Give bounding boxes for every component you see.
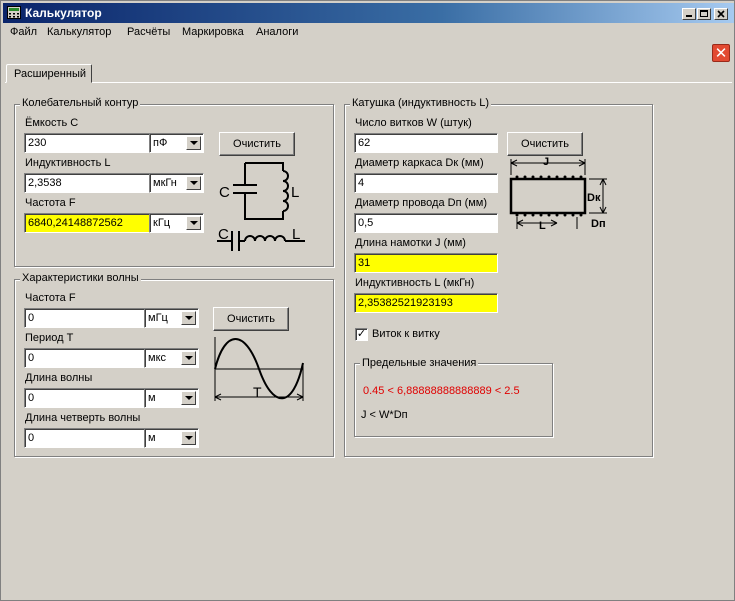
menu-file[interactable]: Файл — [6, 26, 41, 38]
coil-inductance-input[interactable]: 2,35382521923193 — [354, 293, 498, 313]
menu-bar: Файл Калькулятор Расчёты Маркировка Анал… — [3, 24, 734, 42]
tab-advanced[interactable]: Расширенный — [6, 64, 92, 83]
frequency-input[interactable]: 6840,24148872562 — [24, 213, 150, 233]
menu-calculations[interactable]: Расчёты — [123, 26, 174, 38]
wire-diameter-label: Диаметр провода Dп (мм) — [355, 197, 488, 209]
wave-frequency-unit-select[interactable]: мГц — [144, 308, 199, 328]
coil-clear-button[interactable]: Очистить — [507, 132, 583, 156]
wave-legend: Характеристики волны — [20, 272, 141, 284]
limits-value-line: 0.45 < 6,88888888888889 < 2.5 — [363, 385, 520, 397]
wavelength-label: Длина волны — [25, 372, 93, 384]
coil-j-label: J — [543, 156, 549, 168]
diagram-c-label-2: C — [218, 226, 229, 243]
diagram-l-label: L — [291, 184, 299, 201]
window-title: Калькулятор — [25, 6, 102, 20]
capacitance-label: Ёмкость C — [25, 117, 79, 129]
period-unit-select[interactable]: мкс — [144, 348, 199, 368]
wavelength-unit-value: м — [148, 392, 156, 404]
coil-inductance-label: Индуктивность L (мкГн) — [355, 277, 475, 289]
lc-circuit-diagram: C L C L — [217, 162, 305, 251]
coil-legend: Катушка (индуктивность L) — [350, 97, 492, 109]
period-t-label: T — [253, 384, 262, 400]
coil-diagram: J Dк L Dп — [509, 156, 607, 232]
turn-to-turn-checkbox[interactable]: ✓ — [355, 328, 368, 341]
close-calculator-button[interactable]: ✕ — [712, 44, 730, 62]
chevron-down-icon[interactable] — [186, 216, 201, 230]
frame-diameter-label: Диаметр каркаса Dк (мм) — [355, 157, 484, 169]
oscillator-clear-button[interactable]: Очистить — [219, 132, 295, 156]
wave-frequency-input[interactable]: 0 — [24, 308, 145, 328]
wave-clear-button[interactable]: Очистить — [213, 307, 289, 331]
chevron-down-icon[interactable] — [181, 431, 196, 445]
limits-condition-line: J < W*Dп — [361, 409, 408, 421]
close-window-button[interactable] — [714, 8, 728, 20]
inductance-unit-value: мкГн — [153, 177, 177, 189]
chevron-down-icon[interactable] — [186, 176, 201, 190]
wave-frequency-label: Частота F — [25, 292, 76, 304]
frequency-unit-value: кГц — [153, 217, 171, 229]
limits-legend: Предельные значения — [360, 357, 479, 369]
period-unit-value: мкс — [148, 352, 166, 364]
capacitance-unit-value: пФ — [153, 137, 168, 149]
maximize-icon — [700, 10, 708, 17]
menu-marking[interactable]: Маркировка — [178, 26, 248, 38]
oscillator-legend: Колебательный контур — [20, 97, 141, 109]
inductance-input[interactable]: 2,3538 — [24, 173, 150, 193]
title-bar: Калькулятор — [3, 3, 734, 23]
quarter-wavelength-unit-value: м — [148, 432, 156, 444]
wavelength-input[interactable]: 0 — [24, 388, 145, 408]
frequency-label: Частота F — [25, 197, 76, 209]
quarter-wavelength-label: Длина четверть волны — [25, 412, 141, 424]
quarter-wavelength-unit-select[interactable]: м — [144, 428, 199, 448]
winding-length-label: Длина намотки J (мм) — [355, 237, 466, 249]
chevron-down-icon[interactable] — [181, 391, 196, 405]
chevron-down-icon[interactable] — [186, 136, 201, 150]
capacitance-input[interactable]: 230 — [24, 133, 150, 153]
wave-frequency-unit-value: мГц — [148, 312, 168, 324]
close-icon: ✕ — [714, 45, 728, 62]
period-label: Период T — [25, 332, 74, 344]
coil-dk-label: Dк — [587, 192, 601, 204]
turn-to-turn-label[interactable]: Виток к витку — [372, 328, 440, 340]
menu-calculator[interactable]: Калькулятор — [43, 26, 115, 38]
calculator-app-icon — [7, 6, 21, 19]
coil-dp-label: Dп — [591, 218, 606, 230]
turns-input[interactable]: 62 — [354, 133, 498, 153]
minimize-icon — [686, 15, 692, 17]
frequency-unit-select[interactable]: кГц — [149, 213, 204, 233]
turns-label: Число витков W (штук) — [355, 117, 472, 129]
sine-wave-diagram: T — [214, 337, 304, 401]
chevron-down-icon[interactable] — [181, 351, 196, 365]
diagram-c-label: C — [219, 184, 230, 201]
period-input[interactable]: 0 — [24, 348, 145, 368]
frame-diameter-input[interactable]: 4 — [354, 173, 498, 193]
diagram-l-label-2: L — [292, 226, 300, 243]
app-window: Калькулятор Файл Калькулятор Расчёты Мар… — [0, 0, 735, 601]
quarter-wavelength-input[interactable]: 0 — [24, 428, 145, 448]
limits-group — [354, 363, 553, 437]
coil-l-label: L — [539, 220, 546, 232]
winding-length-input[interactable]: 31 — [354, 253, 498, 273]
inductance-unit-select[interactable]: мкГн — [149, 173, 204, 193]
chevron-down-icon[interactable] — [181, 311, 196, 325]
menu-analogs[interactable]: Аналоги — [252, 26, 302, 38]
inductance-label: Индуктивность L — [25, 157, 111, 169]
capacitance-unit-select[interactable]: пФ — [149, 133, 204, 153]
minimize-button[interactable] — [682, 8, 696, 20]
wavelength-unit-select[interactable]: м — [144, 388, 199, 408]
wire-diameter-input[interactable]: 0,5 — [354, 213, 498, 233]
maximize-button[interactable] — [697, 8, 711, 20]
close-icon — [717, 10, 725, 18]
